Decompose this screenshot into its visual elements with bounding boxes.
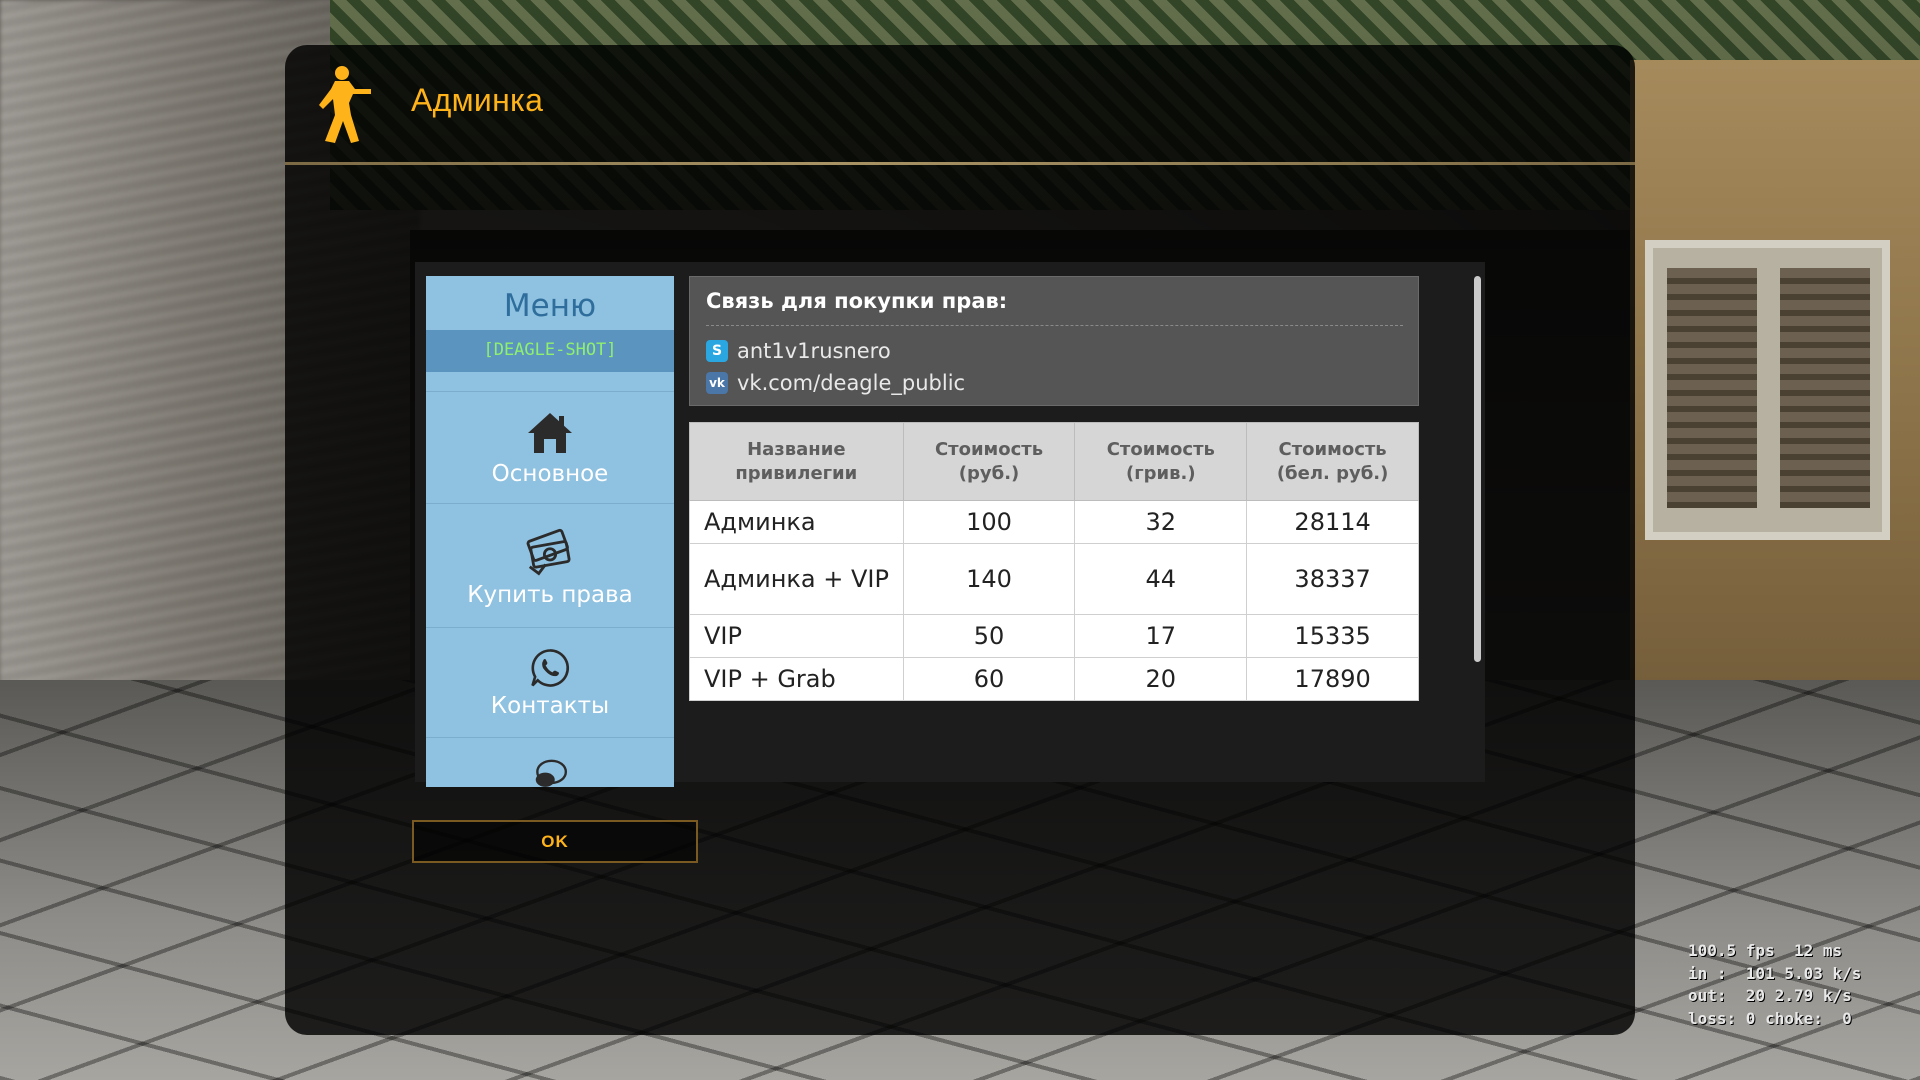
menu-item-contacts-label: Контакты [490,692,610,719]
price-table: Название привилегии Стоимость (руб.) Сто… [689,422,1419,701]
privilege-name: VIP + Grab [689,657,904,701]
whatsapp-icon [531,648,570,687]
background-shutter-right [1780,268,1870,508]
chat-icon [535,759,568,787]
background-shutter-left [1667,268,1757,508]
price-byn: 28114 [1246,500,1419,544]
table-row: VIP 50 17 15335 [689,614,1419,658]
price-uah: 32 [1074,500,1248,544]
column-header-name: Название привилегии [689,422,904,501]
contact-heading: Связь для покупки прав: [706,289,1008,313]
table-row: VIP + Grab 60 20 17890 [689,657,1419,701]
netgraph-line: 100.5 fps 12 ms [1688,941,1843,960]
privilege-name: Админка [689,500,904,544]
price-rub: 140 [902,543,1076,615]
price-uah: 17 [1074,614,1248,658]
netgraph-line: out: 20 2.79 k/s [1688,986,1852,1005]
server-tag: [DEAGLE-SHOT] [426,330,674,372]
money-icon [526,528,571,575]
price-byn: 15335 [1246,614,1419,658]
menu-divider [426,372,674,392]
contact-divider [706,325,1403,326]
contact-skype-text: ant1v1rusnero [737,339,891,363]
content-scrollbar[interactable] [1474,276,1481,662]
column-header-byn: Стоимость (бел. руб.) [1246,422,1419,501]
menu-item-chat[interactable] [426,738,674,787]
price-rub: 100 [902,500,1076,544]
menu-item-buy-rights[interactable]: Купить права [426,504,674,628]
header-divider [285,162,1635,165]
window-title: Админка [411,82,544,118]
menu-title: Меню [503,288,597,324]
privilege-name: VIP [689,614,904,658]
contact-vk: vk vk.com/deagle_public [706,370,965,396]
vk-icon: vk [706,372,728,394]
menu-sidebar: Меню [DEAGLE-SHOT] Основное Купить права… [426,276,674,787]
contact-box: Связь для покупки прав: S ant1v1rusnero … [689,276,1419,406]
price-rub: 50 [902,614,1076,658]
column-header-uah: Стоимость (грив.) [1074,422,1248,501]
netgraph: 100.5 fps 12 ms in : 101 5.03 k/s out: 20 … [1688,940,1888,1030]
menu-item-contacts[interactable]: Контакты [426,628,674,738]
table-row: Админка 100 32 28114 [689,500,1419,544]
netgraph-line: loss: 0 choke: 0 [1688,1008,1852,1028]
contact-skype: S ant1v1rusnero [706,338,891,364]
price-rub: 60 [902,657,1076,701]
price-byn: 17890 [1246,657,1419,701]
privilege-name: Админка + VIP [689,543,904,615]
home-icon [528,412,572,453]
contact-vk-text[interactable]: vk.com/deagle_public [737,371,965,395]
price-uah: 44 [1074,543,1248,615]
price-byn: 38337 [1246,543,1419,615]
background-window [1645,240,1890,540]
menu-item-main[interactable]: Основное [426,392,674,504]
window-header: Админка [285,45,1635,163]
menu-item-buy-rights-label: Купить права [467,581,633,608]
menu-item-main-label: Основное [491,460,609,487]
price-uah: 20 [1074,657,1248,701]
table-header-row: Название привилегии Стоимость (руб.) Сто… [689,422,1419,501]
column-header-rub: Стоимость (руб.) [902,422,1076,501]
table-row: Админка + VIP 140 44 38337 [689,543,1419,615]
netgraph-line: in : 101 5.03 k/s [1688,963,1862,983]
ok-button[interactable]: OK [412,820,698,863]
counter-strike-logo-icon [319,66,371,143]
skype-icon: S [706,340,728,362]
